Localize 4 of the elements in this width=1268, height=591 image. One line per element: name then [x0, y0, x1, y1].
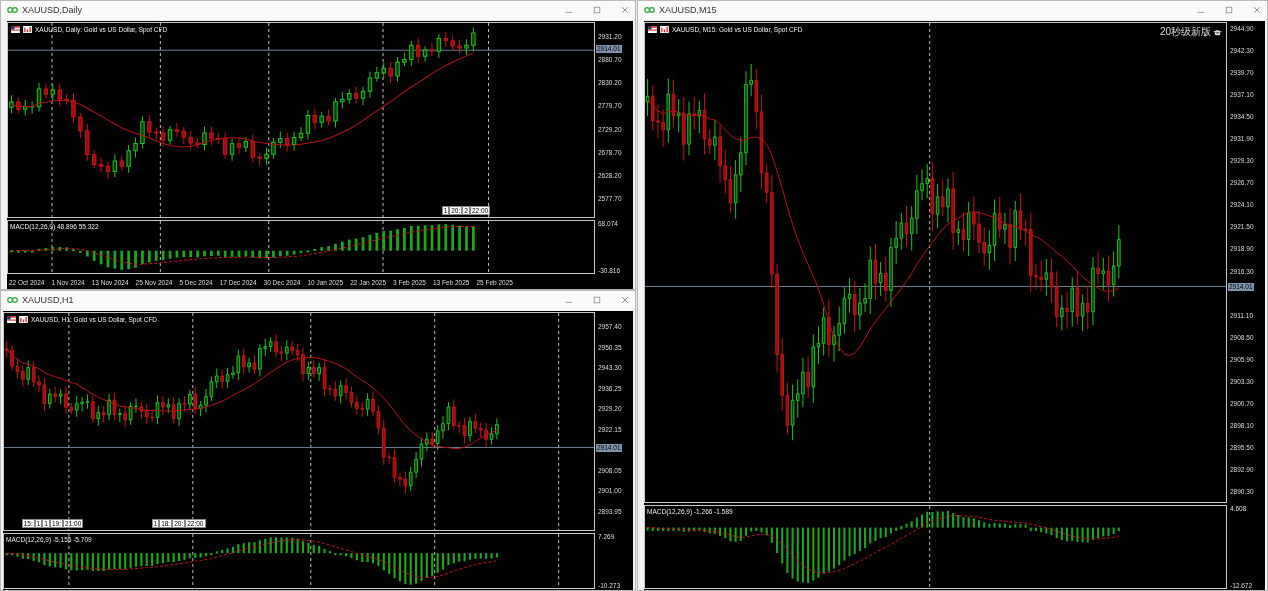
indicator-label: 20秒级新版: [1159, 25, 1211, 39]
window-title: XAUUSD,M15: [659, 5, 717, 15]
window-title: XAUUSD,Daily: [22, 5, 82, 15]
window-title: XAUUSD,H1: [22, 295, 74, 305]
